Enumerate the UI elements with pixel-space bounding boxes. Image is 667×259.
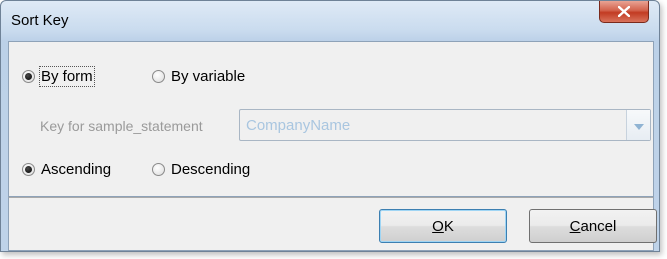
radio-by-form[interactable]: By form	[22, 66, 95, 87]
radio-by-variable[interactable]: By variable	[152, 68, 245, 85]
radio-descending[interactable]: Descending	[152, 161, 250, 178]
radio-selected-dot	[25, 166, 32, 173]
radio-button[interactable]	[22, 163, 35, 176]
cancel-button[interactable]: Cancel	[529, 209, 657, 243]
radio-button[interactable]	[22, 70, 35, 83]
radio-selected-dot	[25, 73, 32, 80]
cancel-mnemonic: C	[569, 217, 581, 235]
radio-ascending[interactable]: Ascending	[22, 161, 111, 178]
cancel-label-rest: ancel	[580, 217, 617, 235]
key-label: Key for sample_statement	[40, 118, 203, 134]
title-bar[interactable]: Sort Key	[1, 1, 659, 41]
radio-label: By variable	[171, 68, 246, 85]
close-icon	[618, 6, 630, 17]
ok-mnemonic: O	[432, 217, 444, 235]
button-bar: OK Cancel	[8, 197, 657, 251]
dialog-content: By form By variable Key for sample_state…	[8, 41, 654, 197]
dialog-title: Sort Key	[11, 12, 69, 29]
close-button[interactable]	[599, 1, 649, 23]
radio-label: By form	[39, 66, 95, 87]
radio-label: Descending	[171, 161, 251, 178]
chevron-down-icon	[633, 117, 644, 134]
sort-key-dialog: Sort Key By form By variable Key for sam…	[0, 0, 660, 252]
key-combobox[interactable]: CompanyName	[239, 109, 651, 141]
radio-button[interactable]	[152, 70, 165, 83]
radio-button[interactable]	[152, 163, 165, 176]
combobox-arrow-button[interactable]	[626, 110, 650, 140]
radio-label: Ascending	[41, 161, 112, 178]
ok-button[interactable]: OK	[379, 209, 507, 243]
ok-label-rest: K	[443, 217, 454, 235]
key-combobox-value: CompanyName	[246, 117, 351, 134]
